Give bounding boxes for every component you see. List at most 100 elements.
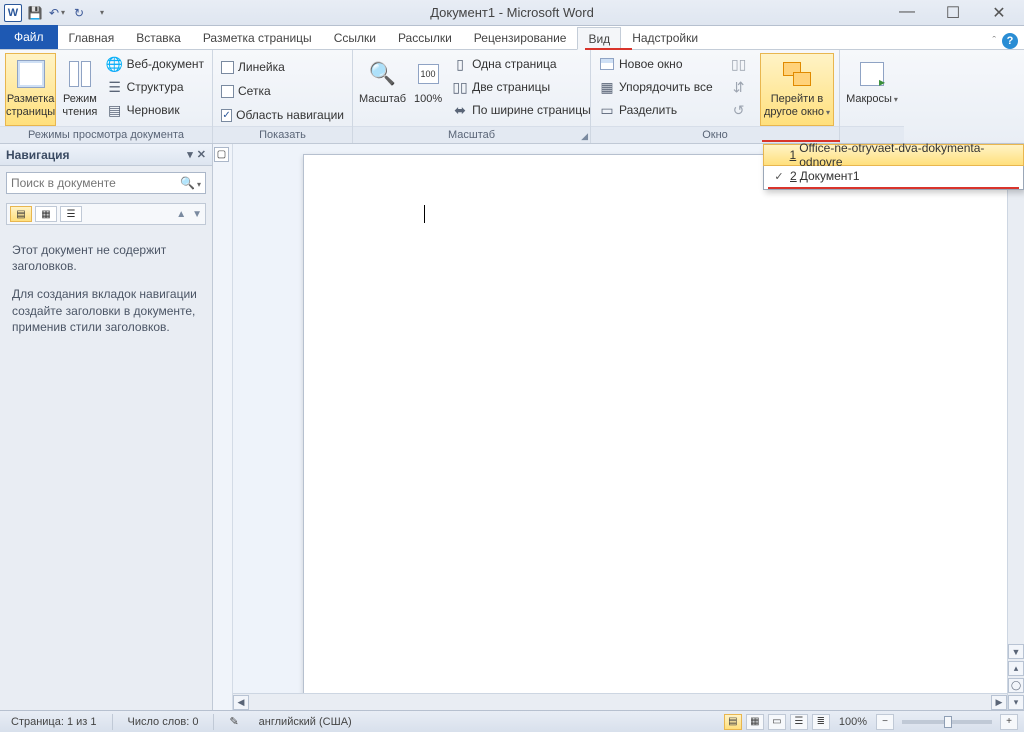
tab-addins[interactable]: Надстройки: [621, 26, 709, 49]
status-language[interactable]: английский (США): [254, 716, 357, 728]
switch-windows-menu: 1 Office-ne-otryvaet-dva-dokymenta-odnov…: [763, 144, 1024, 190]
status-view-draft[interactable]: ≣: [812, 714, 830, 730]
horizontal-scrollbar[interactable]: ◀ ▶: [233, 693, 1007, 710]
vertical-scrollbar[interactable]: ▲ ▼ ▴ ◯ ▾: [1007, 144, 1024, 710]
sync-scroll-button[interactable]: ⇵: [728, 76, 750, 98]
group-label-views: Режимы просмотра документа: [0, 126, 212, 143]
status-proofing-icon[interactable]: ✎: [224, 715, 243, 728]
status-view-outline[interactable]: ☰: [790, 714, 808, 730]
checkbox-gridlines[interactable]: Сетка: [218, 80, 347, 102]
nav-tab-pages[interactable]: ▦: [35, 206, 57, 222]
ruler-toggle-button[interactable]: ▢: [214, 147, 229, 162]
switch-window-option-1[interactable]: 1 Office-ne-otryvaet-dva-dokymenta-odnov…: [763, 144, 1024, 166]
nav-title: Навигация: [6, 148, 70, 162]
tab-page-layout[interactable]: Разметка страницы: [192, 26, 323, 49]
checkbox-nav-pane[interactable]: ✓Область навигации: [218, 104, 347, 126]
reading-mode-icon: [69, 61, 91, 87]
view-web-button[interactable]: 🌐Веб-документ: [104, 53, 207, 75]
split-button[interactable]: ▭Разделить: [596, 99, 716, 121]
view-outline-button[interactable]: ☰Структура: [104, 76, 207, 98]
tab-references[interactable]: Ссылки: [323, 26, 387, 49]
two-pages-button[interactable]: ▯▯Две страницы: [449, 76, 594, 98]
checkbox-checked-icon: ✓: [221, 109, 232, 122]
page-width-button[interactable]: ⬌По ширине страницы: [449, 99, 594, 121]
switch-windows-button[interactable]: Перейти вдругое окно▾: [760, 53, 834, 126]
one-page-button[interactable]: ▯Одна страница: [449, 53, 594, 75]
nav-tab-headings[interactable]: ▤: [10, 206, 32, 222]
next-page-button[interactable]: ▾: [1008, 695, 1024, 710]
tab-view[interactable]: Вид: [577, 27, 621, 50]
zoom-button[interactable]: 🔍 Масштаб: [358, 53, 407, 126]
nav-close-icon[interactable]: ✕: [197, 148, 206, 161]
view-draft-button[interactable]: ▤Черновик: [104, 99, 207, 121]
sync-scroll-icon: ⇵: [731, 79, 747, 95]
status-view-reading[interactable]: ▦: [746, 714, 764, 730]
reset-position-button[interactable]: ↺: [728, 99, 750, 121]
arrange-all-icon: ▦: [599, 79, 615, 95]
title-bar: W 💾 ↶▾ ↻ ▾ Документ1 - Microsoft Word — …: [0, 0, 1024, 26]
page[interactable]: [303, 154, 1024, 710]
nav-search-input[interactable]: 🔍▾: [6, 172, 206, 194]
nav-next-icon[interactable]: ▼: [192, 209, 202, 220]
nav-hint-msg: Для создания вкладок навигации создайте …: [12, 286, 200, 335]
one-page-icon: ▯: [452, 56, 468, 72]
zoom-slider[interactable]: [902, 720, 992, 724]
status-bar: Страница: 1 из 1 Число слов: 0 ✎ английс…: [0, 710, 1024, 732]
prev-page-button[interactable]: ▴: [1008, 661, 1024, 676]
scroll-right-button[interactable]: ▶: [991, 695, 1007, 710]
scroll-left-button[interactable]: ◀: [233, 695, 249, 710]
checkbox-icon: [221, 85, 234, 98]
tab-home[interactable]: Главная: [58, 26, 126, 49]
tab-file[interactable]: Файл: [0, 25, 58, 49]
checkmark-icon: ✓: [768, 170, 790, 183]
zoom-100-button[interactable]: 100 100%: [411, 53, 445, 126]
zoom-thumb[interactable]: [944, 716, 952, 728]
status-page[interactable]: Страница: 1 из 1: [6, 716, 102, 728]
help-icon[interactable]: ?: [1002, 33, 1018, 49]
nav-dropdown-icon[interactable]: ▾: [187, 148, 193, 161]
macros-button[interactable]: Макросы▾: [845, 53, 899, 126]
save-icon[interactable]: 💾: [26, 4, 44, 22]
group-label-zoom: Масштаб◢: [353, 126, 590, 143]
ribbon: Разметка страницы Режим чтения 🌐Веб-доку…: [0, 50, 1024, 144]
ribbon-tabs: Файл Главная Вставка Разметка страницы С…: [0, 26, 1024, 50]
view-side-by-side-button[interactable]: ▯▯: [728, 53, 750, 75]
tab-mailings[interactable]: Рассылки: [387, 26, 463, 49]
page-width-icon: ⬌: [452, 102, 468, 118]
close-button[interactable]: ✕: [986, 3, 1012, 23]
text-cursor: [424, 205, 425, 223]
search-field[interactable]: [11, 176, 180, 190]
qat-customize-icon[interactable]: ▾: [92, 4, 110, 22]
maximize-button[interactable]: ☐: [940, 3, 966, 23]
quick-access-toolbar: W 💾 ↶▾ ↻ ▾: [0, 4, 110, 22]
minimize-button[interactable]: —: [894, 3, 920, 23]
zoom-in-button[interactable]: +: [1000, 714, 1018, 730]
tab-insert[interactable]: Вставка: [125, 26, 192, 49]
reset-window-icon: ↺: [731, 102, 747, 118]
zoom-level[interactable]: 100%: [834, 716, 872, 728]
arrange-all-button[interactable]: ▦Упорядочить все: [596, 76, 716, 98]
tab-review[interactable]: Рецензирование: [463, 26, 578, 49]
nav-tab-results[interactable]: ☰: [60, 206, 82, 222]
switch-windows-icon: [783, 62, 811, 86]
search-icon[interactable]: 🔍▾: [180, 176, 201, 190]
status-word-count[interactable]: Число слов: 0: [123, 716, 204, 728]
zoom-out-button[interactable]: −: [876, 714, 894, 730]
web-layout-icon: 🌐: [107, 56, 123, 72]
view-reading-button[interactable]: Режим чтения: [60, 53, 99, 126]
status-view-print[interactable]: ▤: [724, 714, 742, 730]
checkbox-ruler[interactable]: Линейка: [218, 56, 347, 78]
undo-icon[interactable]: ↶▾: [48, 4, 66, 22]
document-viewport[interactable]: ▲ ▼ ▴ ◯ ▾ ◀ ▶: [233, 144, 1024, 710]
navigation-pane: Навигация ▾✕ 🔍▾ ▤ ▦ ☰ ▲▼ Этот документ н…: [0, 144, 213, 710]
dialog-launcher-icon[interactable]: ◢: [581, 131, 588, 142]
browse-object-button[interactable]: ◯: [1008, 678, 1024, 693]
two-pages-icon: ▯▯: [452, 79, 468, 95]
redo-icon[interactable]: ↻: [70, 4, 88, 22]
scroll-down-button[interactable]: ▼: [1008, 644, 1024, 659]
view-print-layout-button[interactable]: Разметка страницы: [5, 53, 56, 126]
status-view-web[interactable]: ▭: [768, 714, 786, 730]
new-window-button[interactable]: Новое окно: [596, 53, 716, 75]
minimize-ribbon-icon[interactable]: ˆ: [992, 35, 996, 47]
nav-prev-icon[interactable]: ▲: [176, 209, 186, 220]
